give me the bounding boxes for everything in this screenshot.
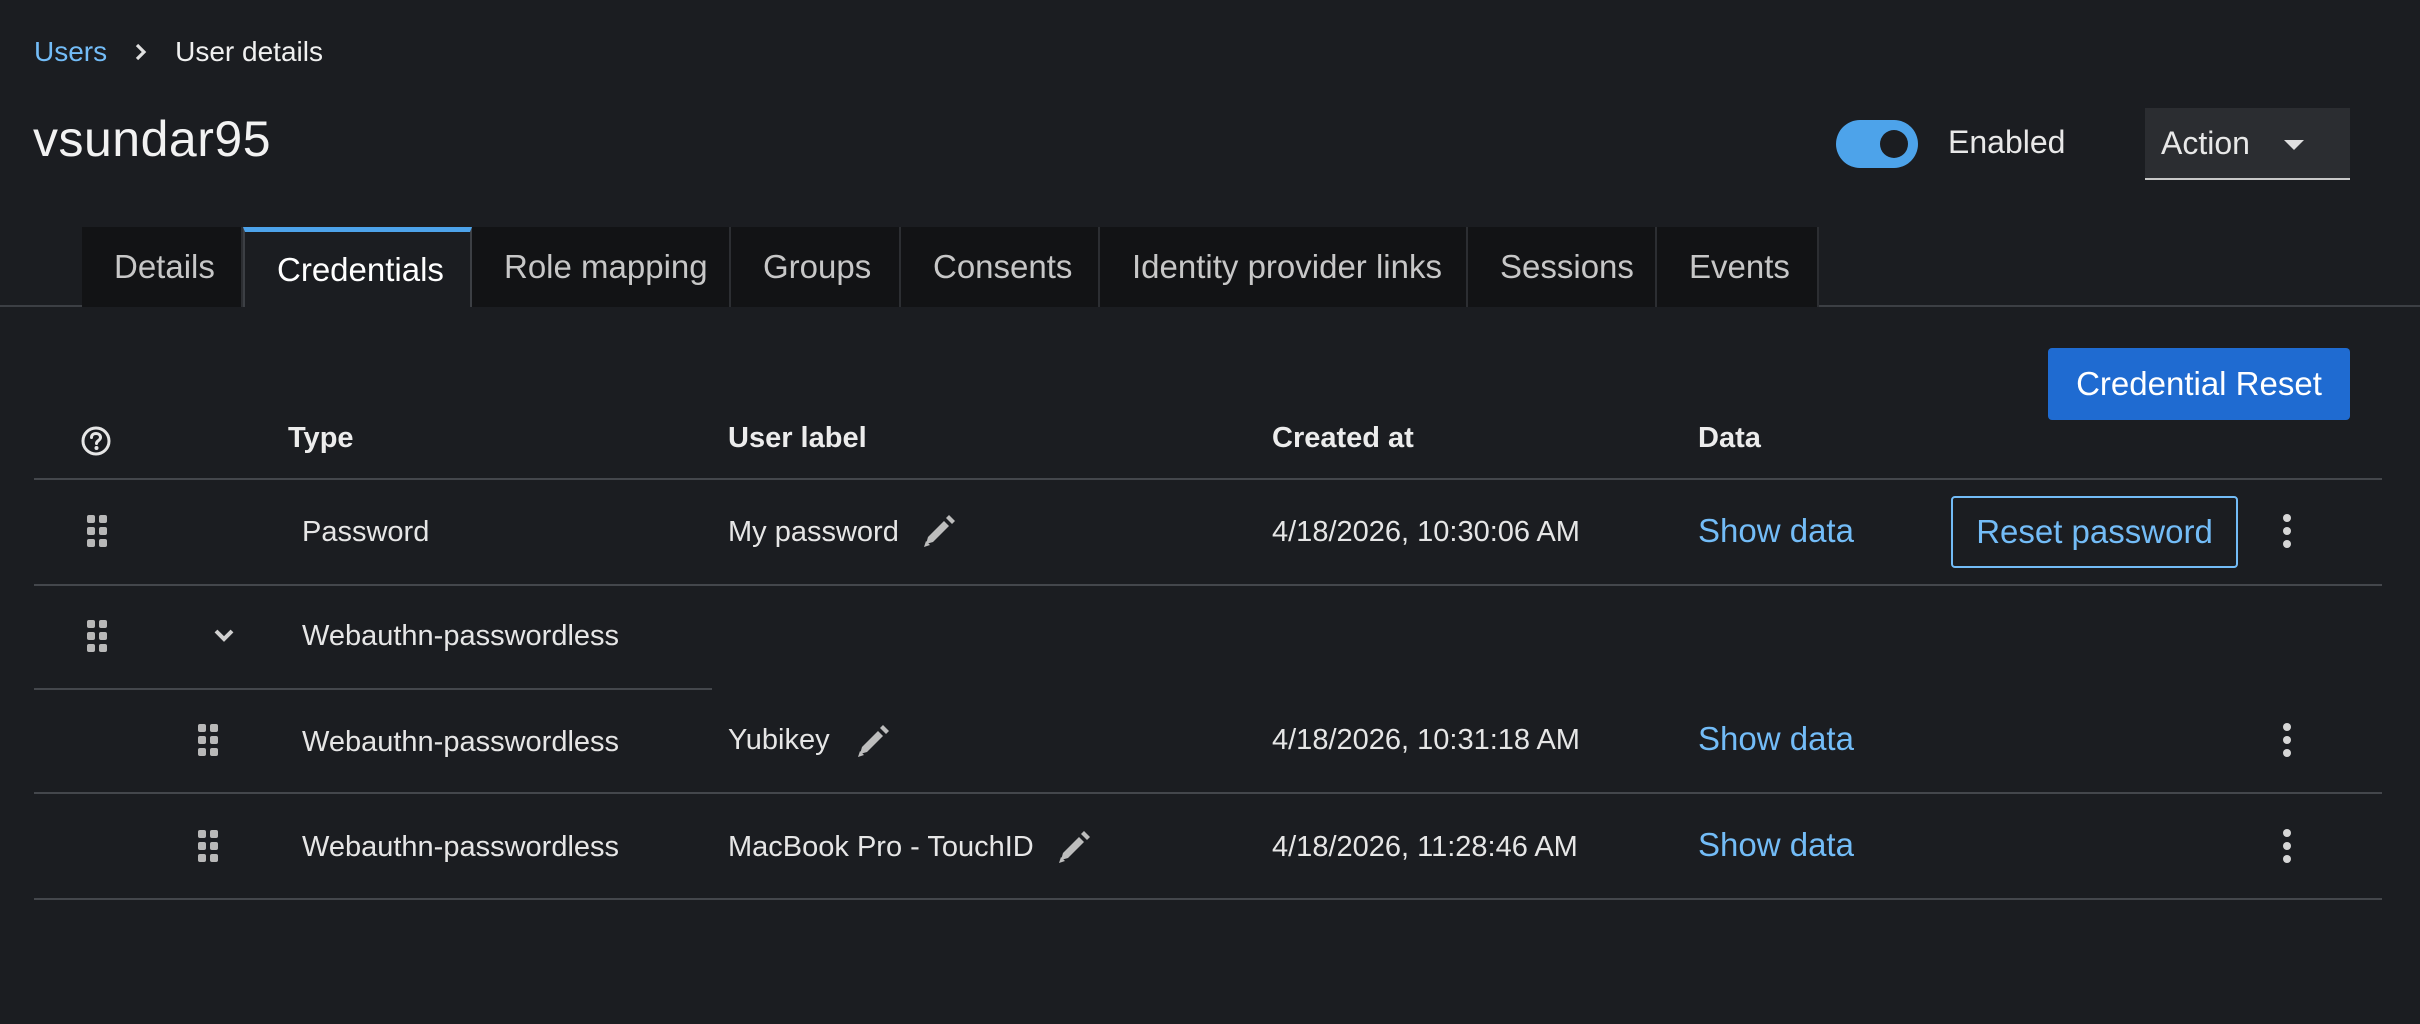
kebab-menu-icon[interactable] — [2281, 828, 2293, 864]
tab-sessions[interactable]: Sessions — [1468, 227, 1657, 307]
column-header-type: Type — [288, 422, 354, 454]
row-divider — [34, 792, 2382, 794]
tab-credentials[interactable]: Credentials — [243, 227, 472, 307]
drag-handle-icon[interactable] — [86, 514, 108, 548]
tab-label: Credentials — [277, 250, 444, 288]
credential-reset-button[interactable]: Credential Reset — [2048, 348, 2350, 420]
action-dropdown[interactable]: Action — [2145, 108, 2350, 180]
cell-created-at: 4/18/2026, 10:30:06 AM — [1272, 516, 1580, 548]
pencil-icon[interactable] — [920, 514, 956, 550]
breadcrumb-users-link[interactable]: Users — [34, 36, 107, 68]
breadcrumb-current: User details — [175, 36, 323, 67]
tab-label: Identity provider links — [1132, 248, 1442, 285]
tab-events[interactable]: Events — [1657, 227, 1819, 307]
enabled-label: Enabled — [1948, 124, 2066, 160]
chevron-right-icon — [121, 32, 161, 72]
tab-label: Sessions — [1500, 248, 1634, 285]
cell-created-at: 4/18/2026, 10:31:18 AM — [1272, 724, 1580, 756]
kebab-menu-icon[interactable] — [2281, 513, 2293, 549]
cell-created-at: 4/18/2026, 11:28:46 AM — [1272, 831, 1578, 863]
page-title: vsundar95 — [33, 111, 271, 167]
show-data-link[interactable]: Show data — [1698, 720, 1854, 758]
tab-label: Consents — [933, 248, 1073, 285]
drag-handle-icon[interactable] — [197, 723, 219, 757]
tab-bar: Details Credentials Role mapping Groups … — [82, 227, 1819, 307]
tab-details[interactable]: Details — [82, 227, 243, 307]
tab-label: Role mapping — [504, 248, 708, 285]
caret-down-icon — [2284, 140, 2304, 150]
pencil-icon[interactable] — [1055, 830, 1091, 866]
enabled-toggle[interactable] — [1836, 120, 1918, 168]
breadcrumb: Users User details — [34, 32, 323, 72]
kebab-menu-icon[interactable] — [2281, 722, 2293, 758]
drag-handle-icon[interactable] — [86, 619, 108, 653]
cell-user-label: Yubikey — [728, 724, 830, 756]
tab-role-mapping[interactable]: Role mapping — [472, 227, 731, 307]
column-header-user-label: User label — [728, 422, 867, 454]
tab-label: Groups — [763, 248, 872, 285]
cell-type: Password — [302, 516, 430, 548]
row-divider — [34, 584, 2382, 586]
tab-label: Events — [1689, 248, 1790, 285]
toggle-knob — [1880, 130, 1908, 158]
header-divider — [34, 478, 2382, 480]
group-divider — [34, 688, 712, 690]
show-data-link[interactable]: Show data — [1698, 512, 1854, 550]
pencil-icon[interactable] — [854, 724, 890, 760]
show-data-link[interactable]: Show data — [1698, 826, 1854, 864]
tab-consents[interactable]: Consents — [901, 227, 1100, 307]
column-header-created-at: Created at — [1272, 422, 1414, 454]
action-label: Action — [2161, 124, 2250, 161]
tab-label: Details — [114, 248, 215, 285]
drag-handle-icon[interactable] — [197, 829, 219, 863]
cell-user-label: MacBook Pro - TouchID — [728, 831, 1034, 863]
cell-user-label: My password — [728, 516, 899, 548]
cell-type: Webauthn-passwordless — [302, 726, 620, 758]
chevron-down-icon[interactable] — [209, 621, 239, 651]
tab-groups[interactable]: Groups — [731, 227, 901, 307]
reset-password-button[interactable]: Reset password — [1951, 496, 2238, 568]
help-circle-icon[interactable] — [80, 425, 112, 457]
row-divider — [34, 898, 2382, 900]
tab-identity-provider-links[interactable]: Identity provider links — [1100, 227, 1468, 307]
column-header-data: Data — [1698, 422, 1761, 454]
cell-type: Webauthn-passwordless — [302, 831, 620, 863]
cell-type-group: Webauthn-passwordless — [302, 620, 620, 652]
